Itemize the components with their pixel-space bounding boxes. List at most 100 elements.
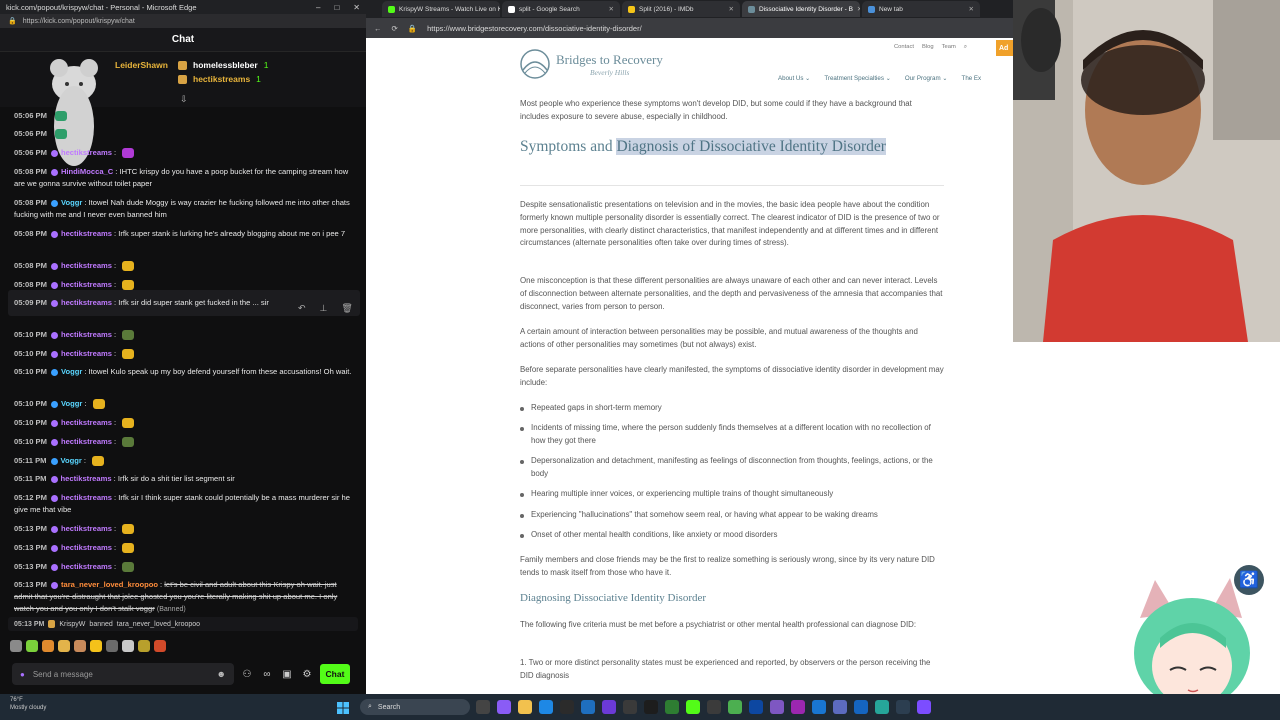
tab-close-icon[interactable]: ✕ [609, 5, 614, 13]
windows-start-icon[interactable] [337, 702, 349, 714]
minimize-icon[interactable]: – [316, 3, 320, 12]
message-username[interactable]: hectikstreams [61, 298, 112, 307]
chat-input[interactable]: ● Send a message ☻ [12, 663, 234, 685]
chat-message[interactable]: 05:06 PM [14, 110, 354, 122]
emote-icon[interactable] [106, 640, 118, 652]
blog-link[interactable]: Blog [922, 44, 934, 51]
chat-message[interactable]: 05:12 PM hectikstreams: Irfk sir I think … [14, 492, 354, 516]
chat-message[interactable]: 05:08 PM hectikstreams: [14, 260, 354, 272]
emoji-icon[interactable]: ☻ [217, 669, 226, 679]
weather-widget[interactable]: 76°F Mostly cloudy [10, 696, 46, 712]
maximize-icon[interactable]: □ [334, 3, 339, 12]
message-username[interactable]: hectikstreams [61, 562, 112, 571]
message-username[interactable]: hectikstreams [61, 543, 112, 552]
app-icon[interactable] [539, 700, 553, 714]
emote-icon[interactable] [74, 640, 86, 652]
chevron-down-icon[interactable]: ⇩ [180, 94, 188, 105]
reply-icon[interactable]: ↶ [298, 303, 306, 314]
message-username[interactable]: HindiMocca_C [61, 167, 113, 176]
tab-close-icon[interactable]: ✕ [969, 5, 974, 13]
emote-icon[interactable] [138, 640, 150, 652]
message-username[interactable]: Voggr [61, 367, 82, 376]
tab-close-icon[interactable]: ✕ [857, 5, 860, 13]
chat-message[interactable]: 05:10 PM Voggr: [14, 398, 354, 410]
app-icon[interactable] [665, 700, 679, 714]
chat-message[interactable]: 05:08 PM hectikstreams: Irfk super stank … [14, 228, 354, 240]
chat-message[interactable]: 05:13 PM hectikstreams: [14, 523, 354, 535]
app-icon[interactable] [560, 700, 574, 714]
nav-program[interactable]: Our Program ⌄ [905, 75, 948, 82]
send-chat-button[interactable]: Chat [320, 664, 350, 684]
chat-message[interactable]: 05:11 PM hectikstreams: Irfk sir do a shi… [14, 473, 354, 485]
app-icon[interactable] [896, 700, 910, 714]
chat-message[interactable]: 05:13 PM hectikstreams: [14, 542, 354, 554]
message-username[interactable]: hectikstreams [61, 280, 112, 289]
edge-icon[interactable] [875, 700, 889, 714]
message-username[interactable]: hectikstreams [61, 474, 112, 483]
app-icon[interactable] [770, 700, 784, 714]
steam-icon[interactable] [854, 700, 868, 714]
app-icon[interactable] [917, 700, 931, 714]
delete-icon[interactable]: 🗑 [341, 303, 352, 314]
message-username[interactable]: hectikstreams [61, 148, 112, 157]
browser-tab[interactable]: New tab ✕ [862, 1, 980, 17]
logo-name[interactable]: Bridges to Recovery [556, 52, 663, 68]
chat-message[interactable]: 05:08 PM hectikstreams: [14, 279, 354, 291]
message-username[interactable]: hectikstreams [61, 330, 112, 339]
nav-about[interactable]: About Us ⌄ [778, 75, 810, 82]
app-icon[interactable] [833, 700, 847, 714]
app-icon[interactable] [497, 700, 511, 714]
kick-icon[interactable] [686, 700, 700, 714]
message-username[interactable]: Voggr [61, 399, 82, 408]
chat-message[interactable]: 05:13 PM hectikstreams: [14, 561, 354, 573]
admissions-button[interactable]: Ad [996, 40, 1014, 56]
chat-message[interactable]: 05:11 PM Voggr: [14, 455, 354, 467]
users-icon[interactable]: ⚇ [240, 669, 254, 680]
message-username[interactable]: hectikstreams [61, 418, 112, 427]
back-icon[interactable]: ← [374, 24, 382, 33]
emote-icon[interactable] [10, 640, 22, 652]
message-username[interactable]: hectikstreams [61, 524, 112, 533]
gear-icon[interactable]: ⚙ [300, 669, 314, 680]
nav-experience[interactable]: The Ex [962, 75, 982, 82]
app-icon[interactable] [602, 700, 616, 714]
app-icon[interactable] [749, 700, 763, 714]
browser-tab[interactable]: Split (2016) - IMDb ✕ [622, 1, 740, 17]
message-username[interactable]: hectikstreams [61, 493, 112, 502]
contact-link[interactable]: Contact [894, 44, 914, 51]
chat-message[interactable]: 05:10 PM Voggr: Itowel Kulo speak up my b… [14, 366, 354, 378]
browser-tab[interactable]: split - Google Search ✕ [502, 1, 620, 17]
app-icon[interactable] [791, 700, 805, 714]
file-explorer-icon[interactable] [518, 700, 532, 714]
close-icon[interactable]: ✕ [353, 3, 360, 12]
message-username[interactable]: Voggr [61, 198, 82, 207]
microphone-icon[interactable]: ● [20, 670, 25, 679]
tab-close-icon[interactable]: ✕ [729, 5, 734, 13]
message-username[interactable]: Voggr [61, 456, 82, 465]
chat-message[interactable]: 05:10 PM hectikstreams: [14, 417, 354, 429]
app-icon[interactable] [728, 700, 742, 714]
task-view-icon[interactable] [476, 700, 490, 714]
team-link[interactable]: Team [942, 44, 956, 51]
message-username[interactable]: hectikstreams [61, 229, 112, 238]
chat-message[interactable]: 05:06 PM [14, 128, 354, 140]
app-icon[interactable] [623, 700, 637, 714]
infinity-icon[interactable]: ∞ [260, 669, 274, 680]
message-username[interactable]: hectikstreams [61, 261, 112, 270]
emote-icon[interactable] [42, 640, 54, 652]
chat-message[interactable]: 05:08 PM HindiMocca_C: IHTC krispy do you… [14, 166, 354, 190]
pin-icon[interactable]: ⊥ [320, 303, 328, 314]
search-icon[interactable]: ⌕ [964, 44, 967, 51]
chat-message[interactable]: 05:10 PM hectikstreams: [14, 436, 354, 448]
taskbar-search[interactable]: ⌕ Search [360, 699, 470, 715]
refresh-icon[interactable]: ⟳ [392, 24, 398, 33]
chat-message[interactable]: 05:06 PM hectikstreams: [14, 147, 354, 159]
app-icon[interactable] [644, 700, 658, 714]
emote-icon[interactable] [154, 640, 166, 652]
chat-message[interactable]: 05:10 PM hectikstreams: [14, 348, 354, 360]
message-username[interactable]: hectikstreams [61, 437, 112, 446]
chat-message[interactable]: 05:10 PM hectikstreams: [14, 329, 354, 341]
emote-icon[interactable] [90, 640, 102, 652]
message-username[interactable]: hectikstreams [61, 349, 112, 358]
nav-treatment[interactable]: Treatment Specialties ⌄ [824, 75, 891, 82]
